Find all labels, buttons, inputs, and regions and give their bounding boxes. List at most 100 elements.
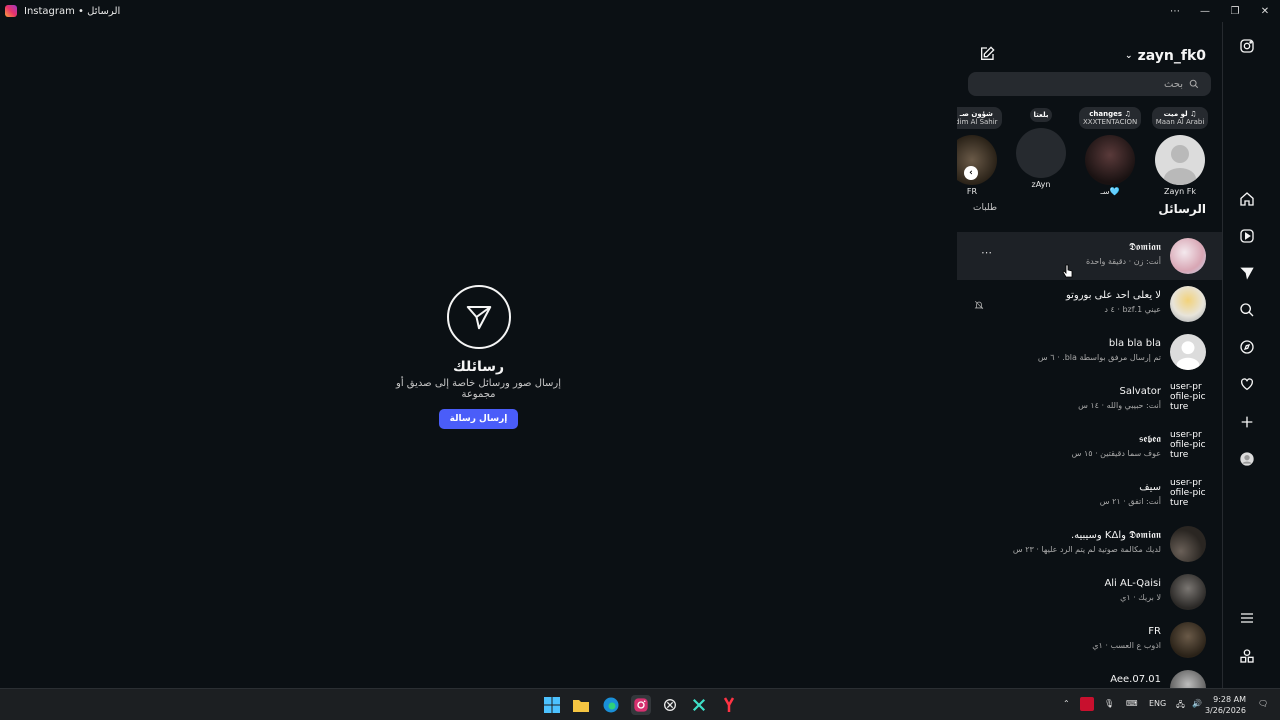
thread-row[interactable]: user-profile-picture Salvator أنت: حبيبي… <box>957 376 1222 424</box>
menu-icon[interactable] <box>1238 609 1256 627</box>
microphone-icon[interactable]: 🎙 <box>1104 699 1114 708</box>
note-bubble: ♫ شؤون صـKadim Al Sahir <box>957 107 1002 129</box>
requests-link[interactable]: طلبات <box>973 203 997 213</box>
note-title: changes ♫ <box>1089 110 1131 118</box>
story-name: سـ🩵 <box>1100 187 1120 196</box>
keyboard-icon[interactable]: ⌨ <box>1126 699 1138 708</box>
empty-state-subtitle: إرسال صور ورسائل خاصة إلى صديق أو مجموعة <box>395 378 561 400</box>
notes-carousel: لو ميت ♫ Maan Al Arabi Zayn Fk changes ♫ X… <box>957 107 1222 197</box>
thread-preview: لديك مكالمة صوتية لم يتم الرد عليها · ٢٣… <box>1012 545 1161 554</box>
avatar <box>1170 334 1206 370</box>
chevron-left-icon[interactable]: ‹ <box>964 166 978 180</box>
home-icon[interactable] <box>1238 190 1256 208</box>
story-item[interactable]: لو ميت ♫ Maan Al Arabi Zayn Fk <box>1149 107 1211 196</box>
avatar <box>1085 135 1135 185</box>
thread-name: bla bla bla <box>1108 338 1161 349</box>
thread-row[interactable]: لا يعلى احد على بوروتو عيني 1.bzf · ٤ د <box>957 280 1222 328</box>
send-message-button[interactable]: إرسال رسالة <box>438 409 519 429</box>
thread-row[interactable]: 𝕯𝖔𝖒𝖎𝖆𝖓 أنت: زن · دقيقة واحدة ⋯ <box>957 232 1222 280</box>
story-name: zAyn <box>1031 180 1051 189</box>
account-switcher[interactable]: ⌄ zayn_fk0 <box>1125 48 1206 64</box>
compose-icon[interactable] <box>979 46 995 66</box>
search-placeholder: بحث <box>1163 78 1183 90</box>
close-button[interactable]: ✕ <box>1250 0 1280 22</box>
taskbar: ⌃ 🎙 ⌨ ENG 🖧 🔊 9:28 AM 3/26/2026 🗨 <box>0 688 1280 720</box>
instagram-logo-icon[interactable] <box>1238 37 1256 55</box>
note-title: بلعتا <box>1033 111 1049 119</box>
avatar <box>1170 622 1206 658</box>
volume-icon[interactable]: 🔊 <box>1192 699 1202 708</box>
thread-name: 𝕯𝖔𝖒𝖎𝖆𝖓 وKΔl وسيبيه. <box>1070 530 1161 541</box>
clock-time: 9:28 AM <box>1213 695 1246 704</box>
messages-icon[interactable] <box>1238 264 1256 282</box>
search-input[interactable]: بحث <box>968 72 1211 96</box>
note-bubble: changes ♫ XXXTENTACION <box>1079 107 1141 129</box>
note-bubble: بلعتا <box>1029 108 1053 122</box>
chevron-down-icon: ⌄ <box>1125 51 1133 61</box>
avatar: user-profile-picture <box>1170 430 1206 460</box>
note-subtitle: Maan Al Arabi <box>1155 118 1205 126</box>
chevron-up-icon[interactable]: ⌃ <box>1063 699 1070 708</box>
thread-row[interactable]: bla bla bla تم إرسال مرفق بواسطة bla. · … <box>957 328 1222 376</box>
story-item[interactable]: بلعتا zAyn <box>1016 107 1066 189</box>
network-icon[interactable]: 🖧 <box>1176 699 1185 713</box>
restore-button[interactable]: ❐ <box>1220 0 1250 22</box>
avatar <box>1016 128 1066 178</box>
language-indicator[interactable]: ENG <box>1149 699 1166 708</box>
thread-row[interactable]: user-profile-picture 𝖘𝖊𝖇𝖊𝖆 عوف سما دقيقت… <box>957 424 1222 472</box>
profile-icon[interactable] <box>1238 450 1256 468</box>
threads-app-icon[interactable] <box>1238 647 1256 665</box>
thread-name: 07.01.Aee <box>1110 674 1161 685</box>
thread-name: Salvator <box>1119 386 1161 397</box>
avatar <box>1170 670 1206 688</box>
instagram-app-icon <box>5 5 17 17</box>
edge-browser-icon[interactable] <box>601 695 621 715</box>
explore-icon[interactable] <box>1238 338 1256 356</box>
thread-name: سيف <box>1139 482 1161 493</box>
instagram-taskbar-icon[interactable] <box>631 695 651 715</box>
thread-row[interactable]: 𝕯𝖔𝖒𝖎𝖆𝖓 وKΔl وسيبيه. لديك مكالمة صوتية لم… <box>957 520 1222 568</box>
more-options-icon[interactable]: ⋯ <box>1160 0 1190 22</box>
avatar: user-profile-picture <box>1170 382 1206 412</box>
messages-section-title: الرسائل <box>1158 202 1206 216</box>
thread-row[interactable]: Ali AL-Qaisi لا بريك · ١ي <box>957 568 1222 616</box>
thread-preview: تم إرسال مرفق بواسطة bla. · ٦ س <box>1037 353 1161 362</box>
notification-icon[interactable]: 🗨 <box>1258 699 1268 708</box>
tray-app-icon[interactable] <box>1080 697 1094 711</box>
avatar <box>957 135 997 185</box>
thread-name: لا يعلى احد على بوروتو <box>1065 290 1161 301</box>
file-explorer-icon[interactable] <box>571 695 591 715</box>
thread-preview: لا بريك · ١ي <box>1120 593 1161 602</box>
create-icon[interactable] <box>1238 413 1256 431</box>
avatar <box>1155 135 1205 185</box>
reels-icon[interactable] <box>1238 227 1256 245</box>
thread-row[interactable]: 07.01.Aee <box>957 664 1222 688</box>
search-icon <box>1189 79 1199 89</box>
windows-start-icon[interactable] <box>542 695 562 715</box>
yandex-icon[interactable] <box>719 695 739 715</box>
thread-preview: أنت: حبيبي والله · ١٤ س <box>1078 401 1161 410</box>
search-icon[interactable] <box>1238 301 1256 319</box>
story-item[interactable]: changes ♫ XXXTENTACION سـ🩵 <box>1079 107 1141 196</box>
capcut-icon[interactable] <box>689 695 709 715</box>
empty-state: رسائلك إرسال صور ورسائل خاصة إلى صديق أو… <box>380 285 577 429</box>
note-title: ♫ شؤون صـ <box>957 110 993 118</box>
thread-name: FR <box>1148 626 1161 637</box>
thread-preview: عوف سما دقيقتين · ١٥ س <box>1071 449 1161 458</box>
thread-name: 𝖘𝖊𝖇𝖊𝖆 <box>1138 434 1161 445</box>
thread-preview: عيني 1.bzf · ٤ د <box>1104 305 1161 314</box>
more-icon[interactable]: ⋯ <box>981 246 992 259</box>
note-subtitle: Kadim Al Sahir <box>957 118 998 126</box>
thread-preview: أنت: زن · دقيقة واحدة <box>1085 257 1161 266</box>
story-item[interactable]: ♫ شؤون صـKadim Al Sahir FR <box>957 107 1003 196</box>
heart-icon[interactable] <box>1238 375 1256 393</box>
thread-row[interactable]: user-profile-picture سيف أنت: اتفق · ٢١ … <box>957 472 1222 520</box>
minimize-button[interactable]: — <box>1190 0 1220 22</box>
chatgpt-icon[interactable] <box>660 695 680 715</box>
title-bar: Instagram • الرسائل ⋯ — ❐ ✕ <box>0 0 1280 22</box>
thread-row[interactable]: FR اذوب ع العسب · ١ي <box>957 616 1222 664</box>
note-subtitle: XXXTENTACION <box>1083 118 1138 126</box>
clock[interactable]: 9:28 AM 3/26/2026 <box>1205 694 1246 716</box>
avatar <box>1170 286 1206 322</box>
messenger-icon <box>446 285 511 349</box>
